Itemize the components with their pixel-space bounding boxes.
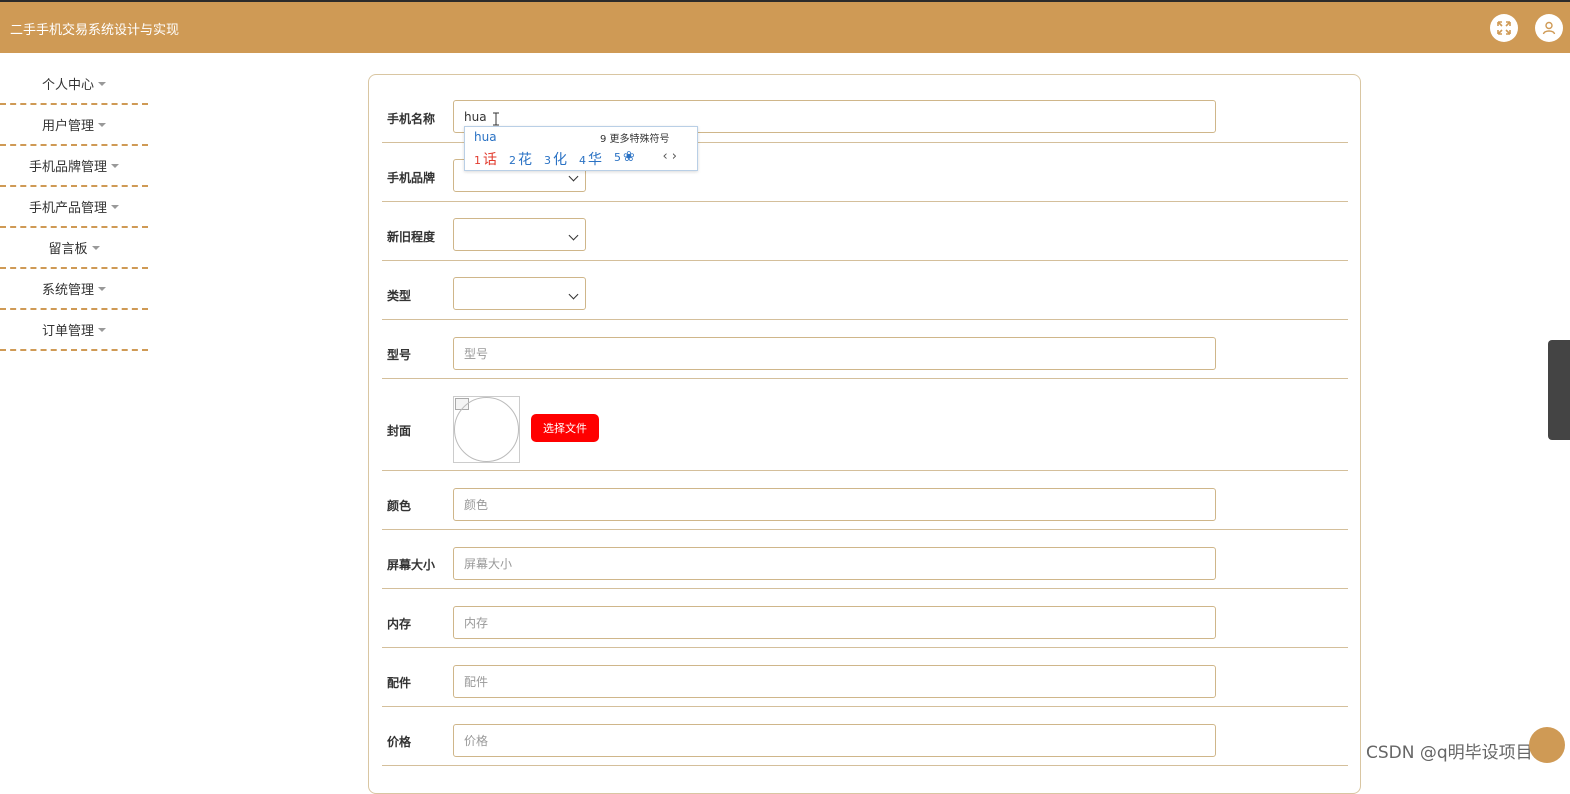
cover-image-preview	[453, 396, 520, 463]
price-label: 价格	[387, 735, 412, 749]
form-row-condition: 新旧程度	[382, 202, 1348, 261]
sidebar-item-order-management[interactable]: 订单管理	[0, 310, 148, 351]
floating-action-button[interactable]	[1529, 727, 1565, 763]
form-row-model: 型号	[382, 320, 1348, 379]
color-input[interactable]	[453, 488, 1216, 521]
caret-down-icon	[111, 204, 119, 209]
ime-candidate[interactable]: 5 ❀	[614, 149, 635, 169]
sidebar-item-brand-management[interactable]: 手机品牌管理	[0, 146, 148, 187]
phone-name-label: 手机名称	[387, 112, 436, 126]
sidebar-item-user-management[interactable]: 用户管理	[0, 105, 148, 146]
chevron-down-icon	[568, 289, 579, 300]
ime-candidate-popup: hua 9 更多特殊符号 1话 2花 3化 4华 5 ❀ ‹ ›	[464, 126, 698, 171]
user-icon[interactable]	[1535, 14, 1563, 42]
type-select[interactable]	[453, 277, 586, 310]
model-input[interactable]	[453, 337, 1216, 370]
memory-input[interactable]	[453, 606, 1216, 639]
chevron-down-icon	[568, 230, 579, 241]
text-cursor-icon	[493, 112, 499, 126]
color-label: 颜色	[387, 499, 412, 513]
ime-candidate[interactable]: 1话	[474, 149, 497, 169]
caret-down-icon	[98, 81, 106, 86]
caret-down-icon	[91, 245, 100, 250]
ime-candidate[interactable]: 3化	[544, 149, 567, 169]
condition-select[interactable]	[453, 218, 586, 251]
choose-file-button[interactable]: 选择文件	[531, 414, 599, 442]
top-bar: 二手手机交易系统设计与实现	[0, 0, 1570, 53]
form-row-accessories: 配件	[382, 648, 1348, 707]
memory-label: 内存	[387, 617, 412, 631]
ime-candidate[interactable]: 4华	[579, 149, 602, 169]
sidebar-item-personal-center[interactable]: 个人中心	[0, 64, 148, 105]
ime-candidate[interactable]: 2花	[509, 149, 532, 169]
form-row-type: 类型	[382, 261, 1348, 320]
sidebar-item-product-management[interactable]: 手机产品管理	[0, 187, 148, 228]
watermark: CSDN @q明毕设项目	[1366, 743, 1533, 763]
ime-pinyin: hua	[474, 130, 497, 144]
type-label: 类型	[387, 289, 412, 303]
cover-label: 封面	[387, 424, 412, 438]
form-row-cover: 封面 选择文件	[382, 379, 1348, 471]
model-label: 型号	[387, 348, 412, 362]
fullscreen-icon[interactable]	[1490, 14, 1518, 42]
screen-size-input[interactable]	[453, 547, 1216, 580]
caret-down-icon	[98, 286, 106, 291]
form-row-color: 颜色	[382, 471, 1348, 530]
chevron-down-icon	[568, 171, 579, 182]
accessories-input[interactable]	[453, 665, 1216, 698]
ime-candidates: 1话 2花 3化 4华 5 ❀	[474, 149, 635, 169]
ime-page-arrows-icon[interactable]: ‹ ›	[662, 149, 677, 164]
form-row-memory: 内存	[382, 589, 1348, 648]
ime-more-symbols[interactable]: 9 更多特殊符号	[600, 130, 670, 145]
sidebar-item-system-management[interactable]: 系统管理	[0, 269, 148, 310]
caret-down-icon	[98, 327, 106, 332]
sidebar: 个人中心 用户管理 手机品牌管理 手机产品管理 留言板 系统管理 订单管理	[0, 64, 148, 351]
form-row-price: 价格	[382, 707, 1348, 766]
product-form-panel: 手机名称 手机品牌 新旧程度 类型 型号 封面 选择文件 颜色 屏幕大小 内存 …	[368, 74, 1361, 794]
form-row-screen-size: 屏幕大小	[382, 530, 1348, 589]
app-title: 二手手机交易系统设计与实现	[10, 23, 180, 38]
price-input[interactable]	[453, 724, 1216, 757]
side-drawer-tab[interactable]	[1548, 340, 1570, 440]
caret-down-icon	[98, 122, 106, 127]
caret-down-icon	[111, 163, 119, 168]
accessories-label: 配件	[387, 676, 412, 690]
sidebar-item-message-board[interactable]: 留言板	[0, 228, 148, 269]
condition-label: 新旧程度	[387, 230, 436, 244]
brand-label: 手机品牌	[387, 171, 436, 185]
screen-size-label: 屏幕大小	[387, 558, 436, 572]
